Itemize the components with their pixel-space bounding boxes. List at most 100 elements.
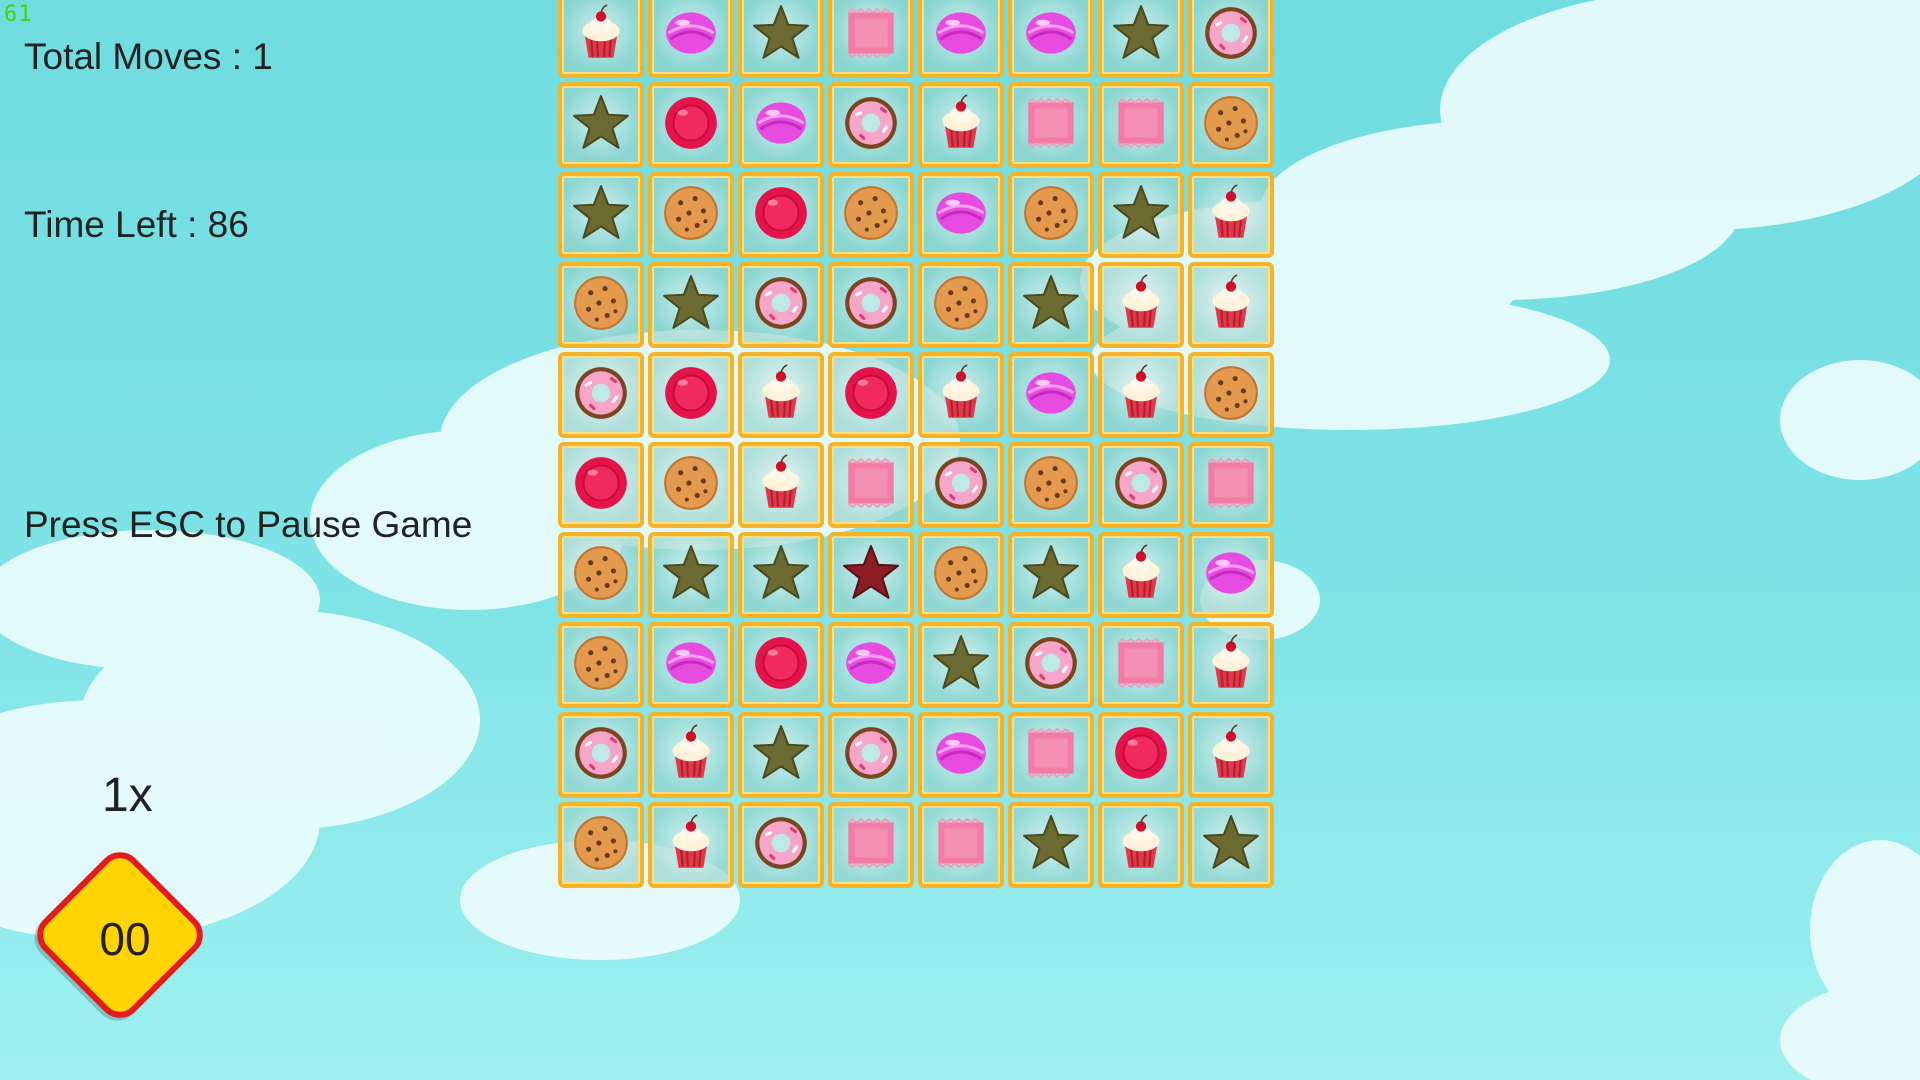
board-tile[interactable]: [918, 352, 1004, 438]
board-tile[interactable]: [648, 712, 734, 798]
board-tile[interactable]: [1008, 0, 1094, 78]
board-tile[interactable]: [918, 622, 1004, 708]
donut-icon: [1200, 2, 1262, 69]
board-tile[interactable]: [738, 802, 824, 888]
board-tile[interactable]: [1098, 802, 1184, 888]
board-tile[interactable]: [558, 442, 644, 528]
board-tile[interactable]: [918, 0, 1004, 78]
donut-icon: [1020, 632, 1082, 699]
board-tile[interactable]: [648, 442, 734, 528]
cookie-icon: [1020, 452, 1082, 519]
board-tile[interactable]: [918, 802, 1004, 888]
board-tile[interactable]: [648, 82, 734, 168]
multiplier-label: 1x: [102, 769, 153, 822]
board-tile[interactable]: [918, 532, 1004, 618]
cupcake-icon: [1110, 272, 1172, 339]
board-tile[interactable]: [648, 622, 734, 708]
board-tile[interactable]: [1008, 442, 1094, 528]
board-tile[interactable]: [828, 442, 914, 528]
board-tile[interactable]: [558, 532, 644, 618]
board-tile[interactable]: [1008, 712, 1094, 798]
donut-icon: [1110, 452, 1172, 519]
board-tile[interactable]: [648, 802, 734, 888]
board-tile[interactable]: [558, 82, 644, 168]
board-tile[interactable]: [828, 262, 914, 348]
board-tile[interactable]: [828, 532, 914, 618]
board-tile[interactable]: [918, 442, 1004, 528]
board-tile[interactable]: [1008, 172, 1094, 258]
gumdrop-icon: [840, 362, 902, 429]
board-tile[interactable]: [648, 262, 734, 348]
board-tile[interactable]: [1098, 442, 1184, 528]
board-tile[interactable]: [648, 172, 734, 258]
board-tile[interactable]: [738, 172, 824, 258]
board-tile[interactable]: [1008, 532, 1094, 618]
cupcake-icon: [930, 92, 992, 159]
board-tile[interactable]: [828, 0, 914, 78]
board-tile[interactable]: [558, 802, 644, 888]
donut-icon: [750, 812, 812, 879]
board-tile[interactable]: [1098, 712, 1184, 798]
board-tile[interactable]: [1098, 532, 1184, 618]
time-left-label: Time Left : 86: [24, 204, 249, 245]
board-tile[interactable]: [738, 532, 824, 618]
board-tile[interactable]: [1098, 352, 1184, 438]
board-tile[interactable]: [648, 352, 734, 438]
board-tile[interactable]: [1008, 802, 1094, 888]
board-tile[interactable]: [1188, 352, 1274, 438]
board-tile[interactable]: [1188, 442, 1274, 528]
board-tile[interactable]: [828, 712, 914, 798]
board-tile[interactable]: [1188, 622, 1274, 708]
board-tile[interactable]: [918, 262, 1004, 348]
board-tile[interactable]: [1188, 532, 1274, 618]
board-tile[interactable]: [918, 82, 1004, 168]
lollipop-icon: [1200, 542, 1262, 609]
board-tile[interactable]: [738, 622, 824, 708]
board-tile[interactable]: [1008, 262, 1094, 348]
board-tile[interactable]: [1008, 82, 1094, 168]
game-board: [556, 0, 1276, 890]
gumdrop-icon: [1110, 722, 1172, 789]
board-tile[interactable]: [648, 0, 734, 78]
board-tile[interactable]: [738, 352, 824, 438]
board-tile[interactable]: [828, 622, 914, 708]
board-tile[interactable]: [738, 0, 824, 78]
board-tile[interactable]: [1188, 262, 1274, 348]
board-tile[interactable]: [738, 262, 824, 348]
board-tile[interactable]: [558, 0, 644, 78]
board-tile[interactable]: [558, 352, 644, 438]
board-tile[interactable]: [1188, 0, 1274, 78]
lollipop-icon: [660, 632, 722, 699]
board-tile[interactable]: [1188, 172, 1274, 258]
board-tile[interactable]: [558, 262, 644, 348]
board-tile[interactable]: [558, 172, 644, 258]
board-tile[interactable]: [1098, 622, 1184, 708]
board-tile[interactable]: [1188, 82, 1274, 168]
board-tile[interactable]: [738, 712, 824, 798]
board-tile[interactable]: [828, 172, 914, 258]
board-tile[interactable]: [1098, 262, 1184, 348]
board-tile[interactable]: [1098, 0, 1184, 78]
board-tile[interactable]: [558, 622, 644, 708]
board-tile[interactable]: [738, 82, 824, 168]
cupcake-icon: [750, 452, 812, 519]
board-tile[interactable]: [558, 712, 644, 798]
board-tile[interactable]: [1188, 802, 1274, 888]
wrapped-icon: [1200, 452, 1262, 519]
board-tile[interactable]: [1008, 622, 1094, 708]
board-tile[interactable]: [738, 442, 824, 528]
board-tile[interactable]: [1098, 172, 1184, 258]
board-tile[interactable]: [1098, 82, 1184, 168]
board-tile[interactable]: [828, 352, 914, 438]
gumdrop-icon: [660, 362, 722, 429]
board-tile[interactable]: [1008, 352, 1094, 438]
lollipop-icon: [840, 632, 902, 699]
board-tile[interactable]: [828, 82, 914, 168]
board-tile[interactable]: [1188, 712, 1274, 798]
board-tile[interactable]: [828, 802, 914, 888]
board-tile[interactable]: [648, 532, 734, 618]
star-icon: [660, 272, 722, 339]
star-icon: [1110, 182, 1172, 249]
board-tile[interactable]: [918, 712, 1004, 798]
board-tile[interactable]: [918, 172, 1004, 258]
